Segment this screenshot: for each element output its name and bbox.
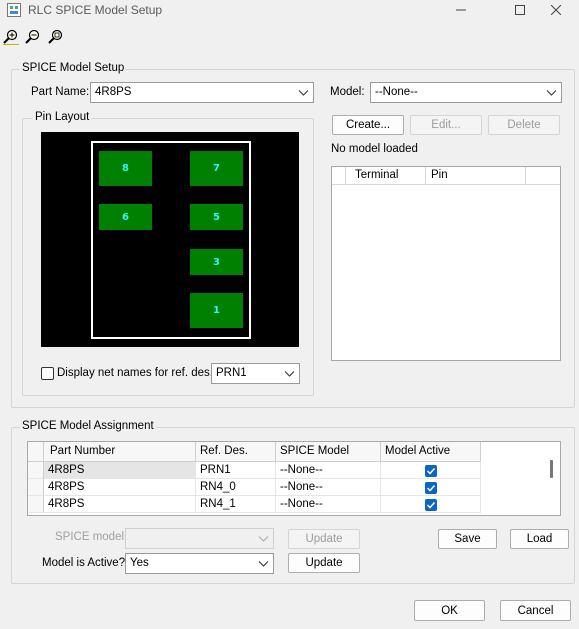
table-header-filler [526,167,560,185]
table-row-part[interactable]: 4R8PS [44,462,196,479]
grid-corner [28,442,44,462]
update-model-active-button[interactable]: Update [288,553,360,573]
zoom-out-icon[interactable] [25,29,41,45]
table-row-ref[interactable]: PRN1 [196,462,276,479]
pin-1[interactable]: 1 [190,293,243,328]
grid-scrollbar-thumb[interactable] [550,460,553,478]
chevron-down-icon [284,371,295,377]
window-title: RLC SPICE Model Setup [28,3,163,17]
table-row-ref[interactable]: RN4_0 [196,479,276,496]
table-row-model[interactable]: --None-- [276,462,381,479]
ref-des-value: PRN1 [216,367,247,379]
model-value: --None-- [375,86,418,98]
pin-3[interactable]: 3 [190,249,243,275]
display-net-names-checkbox[interactable] [41,367,54,380]
cancel-button[interactable]: Cancel [500,600,571,621]
pin-8[interactable]: 8 [99,151,152,186]
table-corner [332,167,346,185]
assignment-grid[interactable]: Part Number Ref. Des. SPICE Model Model … [27,441,561,516]
part-number-header[interactable]: Part Number [44,442,196,462]
model-active-checkbox[interactable] [425,465,437,477]
edit-button[interactable]: Edit... [410,115,482,135]
pin-column-header[interactable]: Pin [426,167,526,185]
close-button[interactable] [533,0,579,20]
zoom-in-icon[interactable] [3,29,19,45]
minimize-icon [456,9,466,11]
pin-6[interactable]: 6 [99,204,152,230]
zoom-fit-icon[interactable] [48,29,64,45]
spice-model-header[interactable]: SPICE Model [276,442,381,462]
pin-7[interactable]: 7 [190,151,243,186]
model-active-checkbox[interactable] [425,499,437,511]
load-button[interactable]: Load [510,529,569,549]
ref-des-combo[interactable]: PRN1 [211,363,300,384]
pin-layout-label: Pin Layout [33,111,92,123]
update-spice-model-button[interactable]: Update [288,529,360,549]
chevron-down-icon [298,90,309,96]
pin-5[interactable]: 5 [190,204,243,230]
display-net-names-label: Display net names for ref. des. [57,367,213,379]
minimize-button[interactable] [438,0,484,20]
row-header[interactable] [28,479,44,496]
chevron-down-icon [258,561,269,567]
close-icon [551,5,561,15]
table-row-ref[interactable]: RN4_1 [196,496,276,513]
ref-des-header[interactable]: Ref. Des. [196,442,276,462]
part-name-value: 4R8PS [95,86,132,98]
row-header[interactable] [28,496,44,513]
row-header[interactable] [28,462,44,479]
table-row-part[interactable]: 4R8PS [44,496,196,513]
chevron-down-icon [258,536,269,542]
spice-model-combo[interactable] [125,528,274,549]
delete-button[interactable]: Delete [488,115,560,135]
model-active-header[interactable]: Model Active [381,442,481,462]
part-name-combo[interactable]: 4R8PS [90,82,314,103]
pin-layout-canvas[interactable]: 8 7 6 5 3 1 [41,132,299,347]
model-label: Model: [330,86,365,98]
model-status-text: No model loaded [331,143,418,155]
table-row-model[interactable]: --None-- [276,479,381,496]
grid-header-filler [481,442,560,462]
app-icon [7,3,21,17]
save-button[interactable]: Save [438,529,497,549]
model-combo[interactable]: --None-- [370,82,562,103]
table-row-model[interactable]: --None-- [276,496,381,513]
spice-model-setup-label: SPICE Model Setup [20,62,127,74]
model-active-label: Model is Active? [42,557,126,569]
model-active-checkbox[interactable] [425,482,437,494]
spice-model-assignment-label: SPICE Model Assignment [20,420,156,432]
ok-button[interactable]: OK [414,600,485,621]
model-active-combo[interactable]: Yes [125,553,274,574]
part-name-label: Part Name: [31,86,90,98]
table-row-part[interactable]: 4R8PS [44,479,196,496]
terminal-pin-table[interactable]: Terminal Pin [331,166,561,361]
chevron-down-icon [546,90,557,96]
create-button[interactable]: Create... [332,115,404,135]
model-active-value: Yes [130,557,149,569]
spice-model-label: SPICE model: [55,531,128,543]
terminal-column-header[interactable]: Terminal [346,167,426,185]
maximize-icon [515,5,525,15]
